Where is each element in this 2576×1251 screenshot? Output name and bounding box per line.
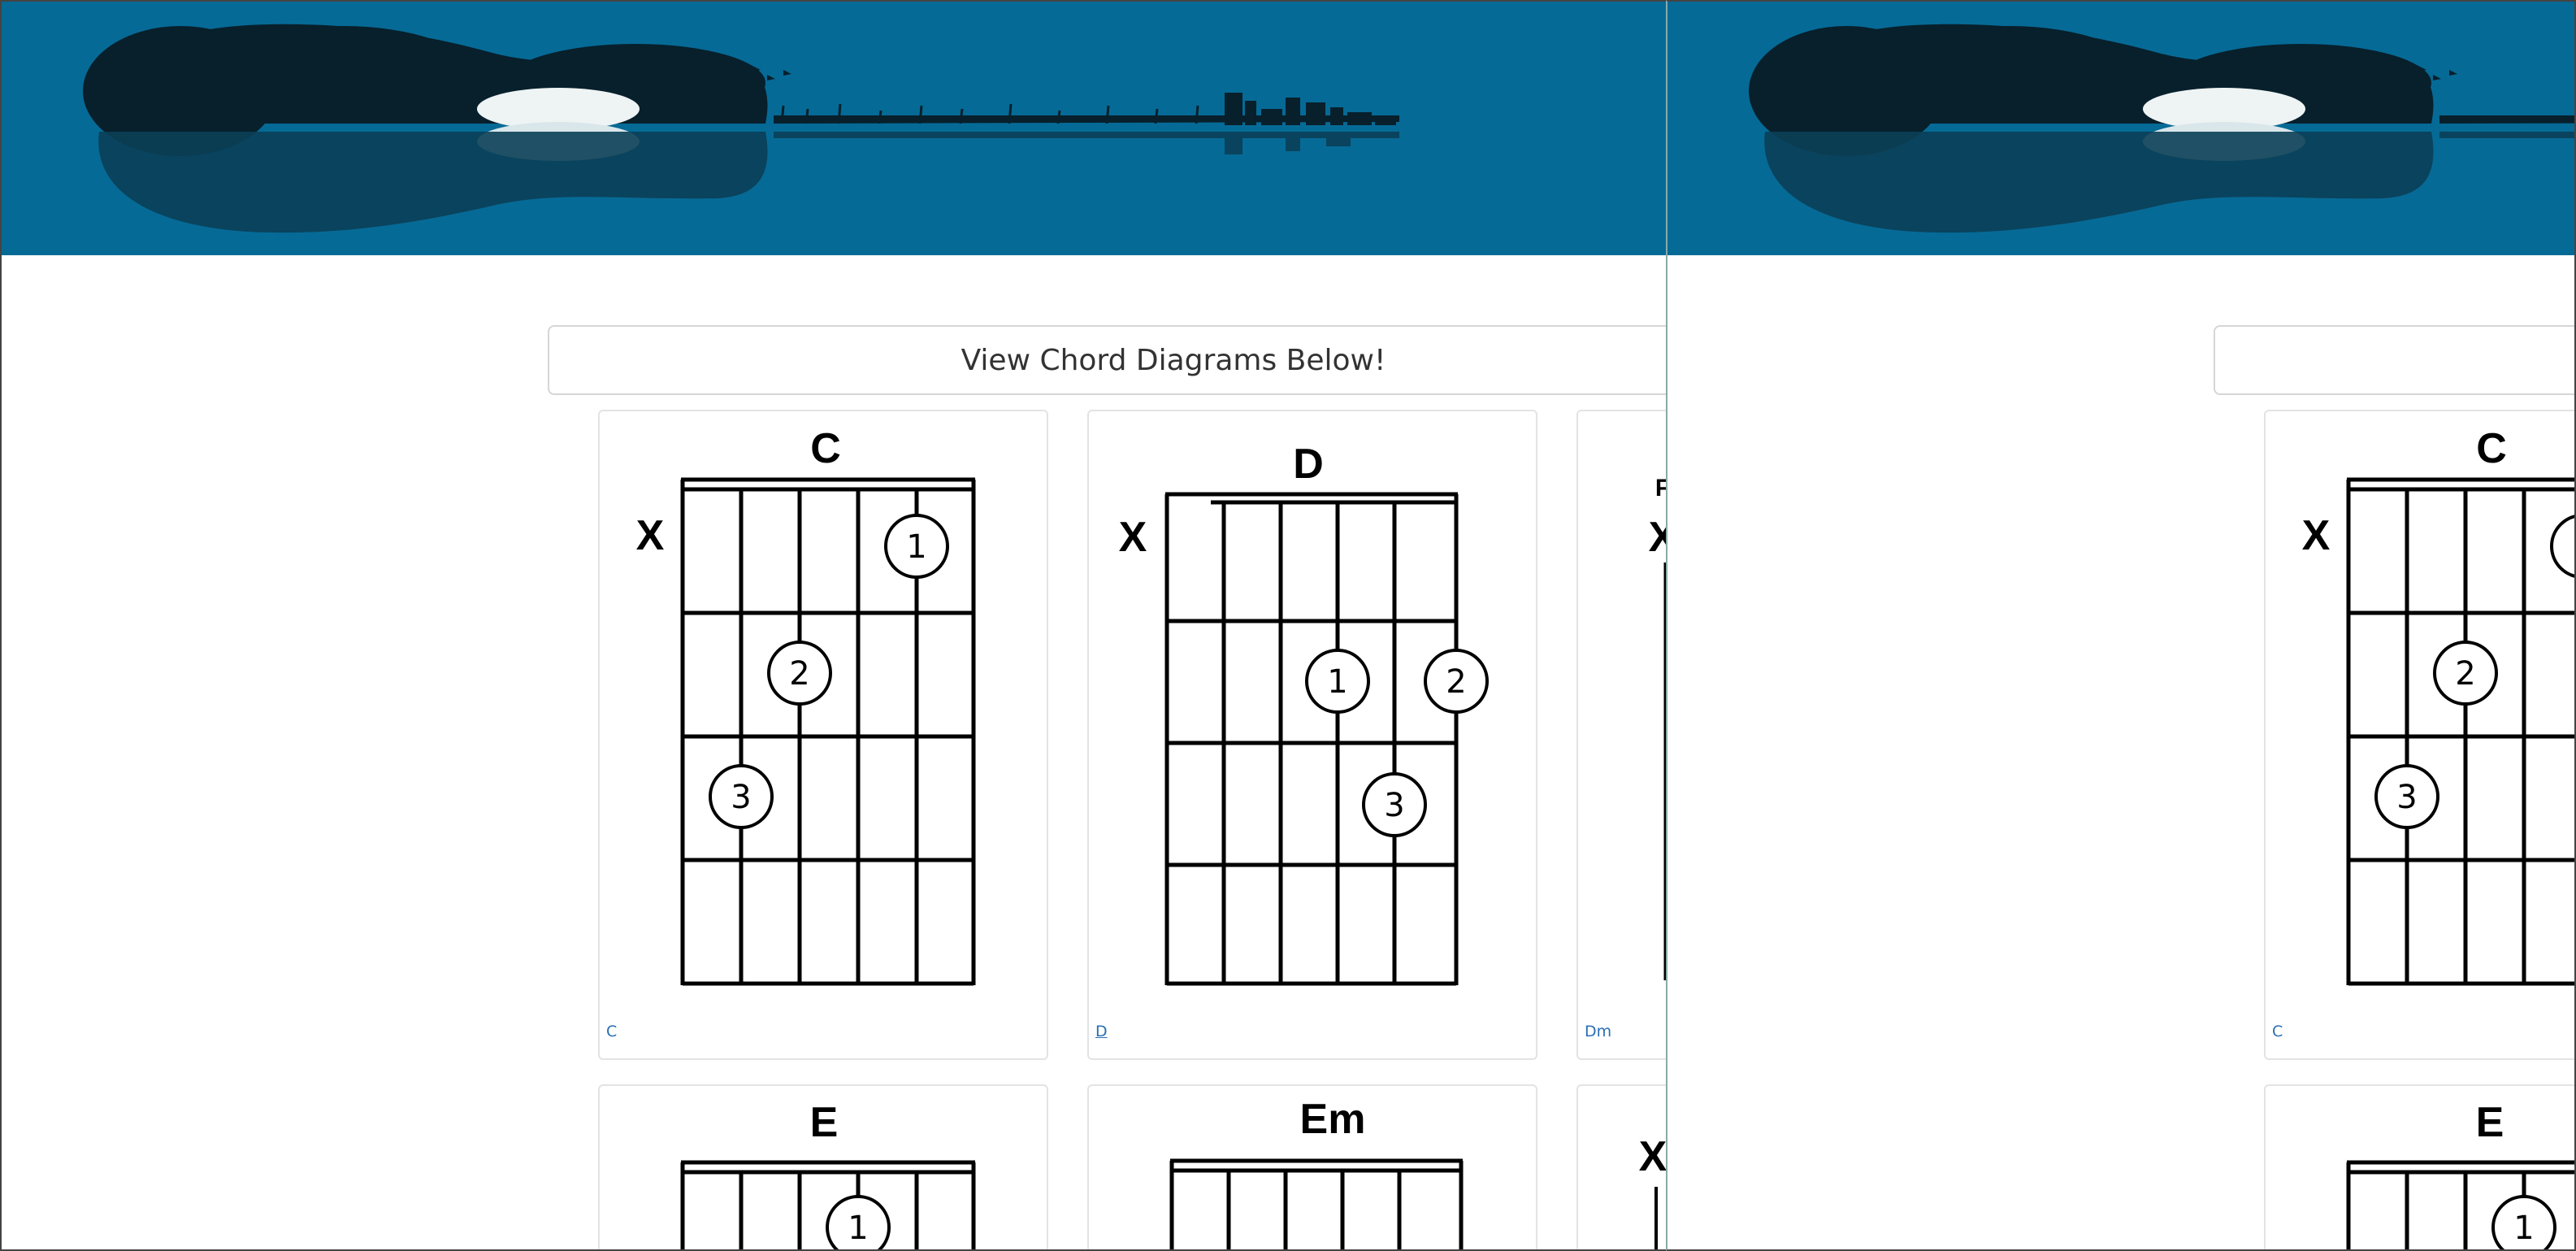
finger-number: 3 bbox=[1384, 787, 1404, 824]
finger-number: 1 bbox=[1327, 663, 1347, 701]
section-heading-box: View Chord Diagrams Below! bbox=[548, 325, 1666, 395]
browser-pane-left: View Chord Diagrams Below! C X 1 2 3 C D… bbox=[0, 0, 1666, 1251]
chord-card-em[interactable]: Em bbox=[1087, 1084, 1537, 1249]
chord-card-f[interactable]: X bbox=[1576, 1084, 1666, 1249]
muted-string-marker: X bbox=[1639, 1133, 1666, 1180]
muted-string-marker: X bbox=[636, 512, 665, 559]
chord-diagram-em: Em bbox=[1169, 1096, 1464, 1249]
header-banner bbox=[2, 2, 1666, 255]
chord-diagram-c: C X bbox=[636, 425, 976, 986]
page-content-left: View Chord Diagrams Below! C X 1 2 3 C D… bbox=[2, 2, 1666, 1249]
muted-string-marker: X bbox=[1649, 514, 1666, 561]
section-heading: View Chord Diagrams Below! bbox=[961, 343, 1386, 377]
finger-number: 3 bbox=[731, 779, 751, 816]
page-content-right: C X 2 3 C E 1 bbox=[1667, 2, 2576, 1249]
finger-number: 1 bbox=[2572, 528, 2576, 566]
chord-link-d[interactable]: D bbox=[1095, 1023, 1108, 1040]
banner-illustration bbox=[83, 24, 1399, 233]
chord-card-e[interactable]: E 1 bbox=[598, 1084, 1048, 1249]
finger-number: 2 bbox=[789, 655, 809, 693]
chord-diagram-c: C X bbox=[2302, 425, 2576, 986]
banner-illustration bbox=[1749, 24, 2574, 233]
chord-card-e[interactable]: E 1 bbox=[2264, 1084, 2574, 1249]
section-heading-box bbox=[2214, 325, 2574, 395]
chord-card-dm[interactable]: F X Dm bbox=[1576, 410, 1666, 1060]
muted-string-marker: X bbox=[2302, 512, 2331, 559]
chord-diagram-f: X bbox=[1639, 1133, 1666, 1249]
finger-number: 2 bbox=[1446, 663, 1466, 701]
chord-link-dm[interactable]: Dm bbox=[1585, 1023, 1611, 1040]
chord-link-c[interactable]: C bbox=[2272, 1023, 2283, 1040]
finger-number: 3 bbox=[2396, 779, 2417, 816]
chord-title: C bbox=[810, 425, 841, 472]
chord-title-partial: F bbox=[1655, 475, 1666, 502]
chord-diagram-e: E 1 bbox=[2346, 1099, 2574, 1249]
finger-number: 2 bbox=[2455, 655, 2475, 693]
chord-diagram-dm: F X bbox=[1649, 475, 1666, 980]
chord-diagram-e: E 1 bbox=[680, 1099, 976, 1249]
chord-title: Em bbox=[1300, 1096, 1366, 1143]
chord-diagram-d: D X 1 2 3 bbox=[1119, 441, 1489, 986]
chord-title: C bbox=[2476, 425, 2507, 472]
chord-title: E bbox=[2476, 1099, 2504, 1146]
chord-link-c[interactable]: C bbox=[606, 1023, 617, 1040]
finger-number: 1 bbox=[906, 528, 926, 566]
muted-string-marker: X bbox=[1119, 514, 1147, 561]
chord-title: D bbox=[1293, 441, 1324, 488]
chord-card-d[interactable]: D X 1 2 3 D bbox=[1087, 410, 1537, 1060]
chord-title: E bbox=[810, 1099, 839, 1146]
finger-number: 1 bbox=[2513, 1210, 2534, 1247]
finger-number: 1 bbox=[848, 1210, 868, 1247]
header-banner bbox=[1667, 2, 2574, 255]
chord-card-c[interactable]: C X bbox=[598, 410, 1048, 1060]
chord-card-c[interactable]: C X bbox=[2264, 410, 2576, 1060]
browser-pane-right: C X 2 3 C E 1 bbox=[1666, 0, 2576, 1251]
